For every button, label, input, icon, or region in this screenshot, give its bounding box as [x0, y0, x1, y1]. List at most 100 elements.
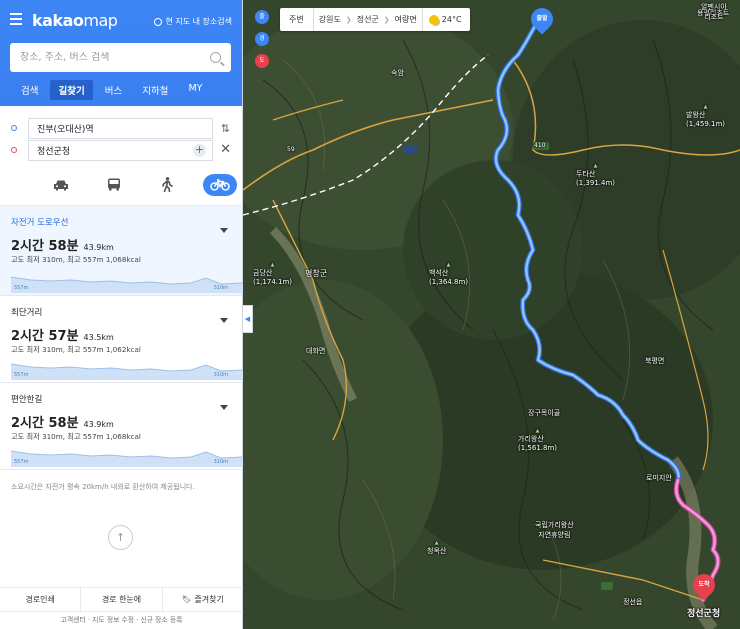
map-label-peak: 발왕산(1,459.1m) [686, 104, 725, 128]
breadcrumb-county[interactable]: 정선군 [352, 14, 384, 25]
end-point-field[interactable]: 정선군청 [28, 140, 213, 161]
route-option[interactable]: 최단거리 2시간 57분 43.5km 고도 최저 310m, 최고 557m 1… [0, 296, 244, 383]
end-marker-label: 도착 [698, 581, 710, 588]
tab-directions[interactable]: 길찾기 [50, 80, 93, 100]
bus-mode-button[interactable] [97, 174, 131, 196]
swap-icon[interactable]: ⇅ [221, 122, 230, 135]
location-bar: 주변 강원도 ❯ 정선군 ❯ 여량면 24°C [280, 8, 470, 31]
search-box [10, 43, 231, 72]
bicycle-icon [210, 178, 230, 191]
tab-search[interactable]: 검색 [10, 80, 46, 100]
peak-name: 백석산 [429, 269, 449, 277]
main-tabs: 검색 길찾기 버스 지하철 MY [10, 80, 214, 100]
elevation-max-label: 557m [14, 459, 29, 465]
logo-light: map [83, 11, 118, 30]
map-label-line1: 국립가리왕산 [535, 521, 574, 529]
route-distance: 43.9km [83, 420, 114, 429]
speed-note: 소요시간은 자전거 평속 20km/h 내외로 환산하여 제공됩니다. [11, 483, 195, 491]
temperature: 24°C [441, 15, 462, 24]
favorite-button[interactable]: 🔖︎ 즐겨찾기 [163, 588, 243, 611]
car-icon [54, 180, 68, 190]
map-label-line2: 자연휴양림 [538, 531, 571, 539]
car-mode-button[interactable] [44, 174, 78, 196]
logo[interactable]: kakaomap [32, 11, 118, 30]
map-label-peak: 가리왕산(1,561.8m) [518, 428, 557, 452]
print-route-button[interactable]: 경로인쇄 [0, 588, 82, 611]
route-detail: 고도 최저 310m, 최고 557m 1,068kcal [11, 255, 141, 264]
map-label: 알펜시아 리조트 [701, 2, 727, 22]
walk-icon [162, 177, 173, 192]
add-waypoint-button[interactable]: + [193, 144, 206, 157]
satellite-map [243, 0, 740, 629]
route-time: 2시간 57분 [11, 329, 79, 344]
breadcrumb-province[interactable]: 강원도 [314, 14, 346, 25]
map-view[interactable]: 59 410 발왕산(1,459.1m) 두타산(1,391.4m) 금당산(1… [243, 0, 740, 629]
sidebar: kakaomap 현 지도 내 장소검색 검색 길찾기 버스 지하철 MY 진부… [0, 0, 244, 629]
bicycle-mode-button[interactable] [203, 173, 237, 196]
walk-mode-button[interactable] [150, 174, 184, 196]
map-label-peak: 금당산(1,174.1m) [253, 262, 292, 286]
route-overview-button[interactable]: 경로 한눈에 [81, 588, 163, 611]
breadcrumb-town[interactable]: 여량면 [390, 14, 422, 25]
chevron-down-icon[interactable] [220, 318, 228, 323]
start-marker-label: 출발 [536, 15, 548, 22]
elevation-min-label: 310m [213, 372, 228, 378]
route-detail: 고도 최저 310m, 최고 557m 1,068kcal [11, 432, 141, 441]
start-pin-button[interactable]: 출 [255, 10, 269, 24]
nearby-search-toggle[interactable]: 현 지도 내 장소검색 [154, 16, 232, 27]
map-label-destination: 정선군청 [687, 609, 721, 619]
collapse-panel-button[interactable]: ◀ [243, 305, 253, 333]
search-icon[interactable] [210, 52, 221, 63]
arrow-up-icon: ↑ [115, 531, 126, 544]
sidebar-footer: 경로인쇄 경로 한눈에 🔖︎ 즐겨찾기 고객센터 · 지도 정보 수정 · 신규… [0, 587, 243, 629]
route-name: 최단거리 [11, 308, 43, 318]
end-pin-button[interactable]: 도 [255, 54, 269, 68]
map-label-peak: 백석산(1,364.8m) [429, 262, 468, 286]
tab-subway[interactable]: 지하철 [134, 80, 176, 100]
nearby-button[interactable]: 주변 [280, 8, 314, 31]
map-label: 로미지안 [646, 474, 672, 482]
road-number-label: 410 [534, 142, 546, 149]
map-label-line1: 알펜시아 [701, 3, 727, 11]
route-time: 2시간 58분 [11, 239, 79, 254]
peak-height: (1,364.8m) [429, 278, 468, 286]
route-name: 자전거 도로우선 [11, 218, 69, 228]
start-point-field[interactable]: 진부(오대산)역 [28, 118, 213, 139]
map-label: 정선읍 [623, 598, 643, 606]
peak-name: 발왕산 [686, 111, 706, 119]
route-points: 진부(오대산)역 정선군청 ⇅ + ✕ [0, 106, 242, 164]
chevron-down-icon[interactable] [220, 228, 228, 233]
peak-name: 두타산 [576, 170, 596, 178]
waypoint-pin-button[interactable]: 경 [255, 32, 269, 46]
bookmark-icon: 🔖︎ [181, 595, 192, 604]
map-label-peak: 청옥산 [427, 540, 446, 556]
elevation-min-label: 310m [213, 285, 228, 291]
tab-my[interactable]: MY [180, 80, 210, 100]
weather-widget[interactable]: 24°C [421, 8, 470, 31]
bus-icon [108, 178, 120, 191]
peak-height: (1,174.1m) [253, 278, 292, 286]
route-option[interactable]: 편안한길 2시간 58분 43.9km 고도 최저 310m, 최고 557m 1… [0, 383, 244, 470]
start-marker[interactable]: 출발 [526, 3, 558, 35]
elevation-max-label: 557m [14, 372, 29, 378]
footer-links[interactable]: 고객센터 · 지도 정보 수정 · 신규 장소 등록 [0, 611, 243, 629]
peak-name: 금당산 [253, 269, 273, 277]
map-label: 대화면 [306, 347, 326, 355]
scroll-top-button[interactable]: ↑ [108, 525, 133, 550]
route-time: 2시간 58분 [11, 416, 79, 431]
route-distance: 43.5km [83, 333, 114, 342]
close-icon[interactable]: ✕ [220, 142, 231, 157]
route-option[interactable]: 자전거 도로우선 2시간 58분 43.9km 고도 최저 310m, 최고 55… [0, 206, 244, 296]
elevation-graph: 557m 310m [10, 271, 244, 293]
end-marker[interactable]: 도착 [688, 569, 720, 601]
route-name: 편안한길 [11, 395, 43, 405]
menu-icon[interactable] [10, 13, 22, 28]
chevron-left-icon: ◀ [244, 315, 251, 323]
chevron-down-icon[interactable] [220, 405, 228, 410]
nearby-search-label: 현 지도 내 장소검색 [165, 17, 232, 26]
tab-bus[interactable]: 버스 [97, 80, 130, 100]
partly-sunny-icon [428, 14, 439, 25]
start-dot-icon [11, 125, 17, 131]
search-input[interactable] [20, 52, 200, 63]
elevation-max-label: 557m [14, 285, 29, 291]
